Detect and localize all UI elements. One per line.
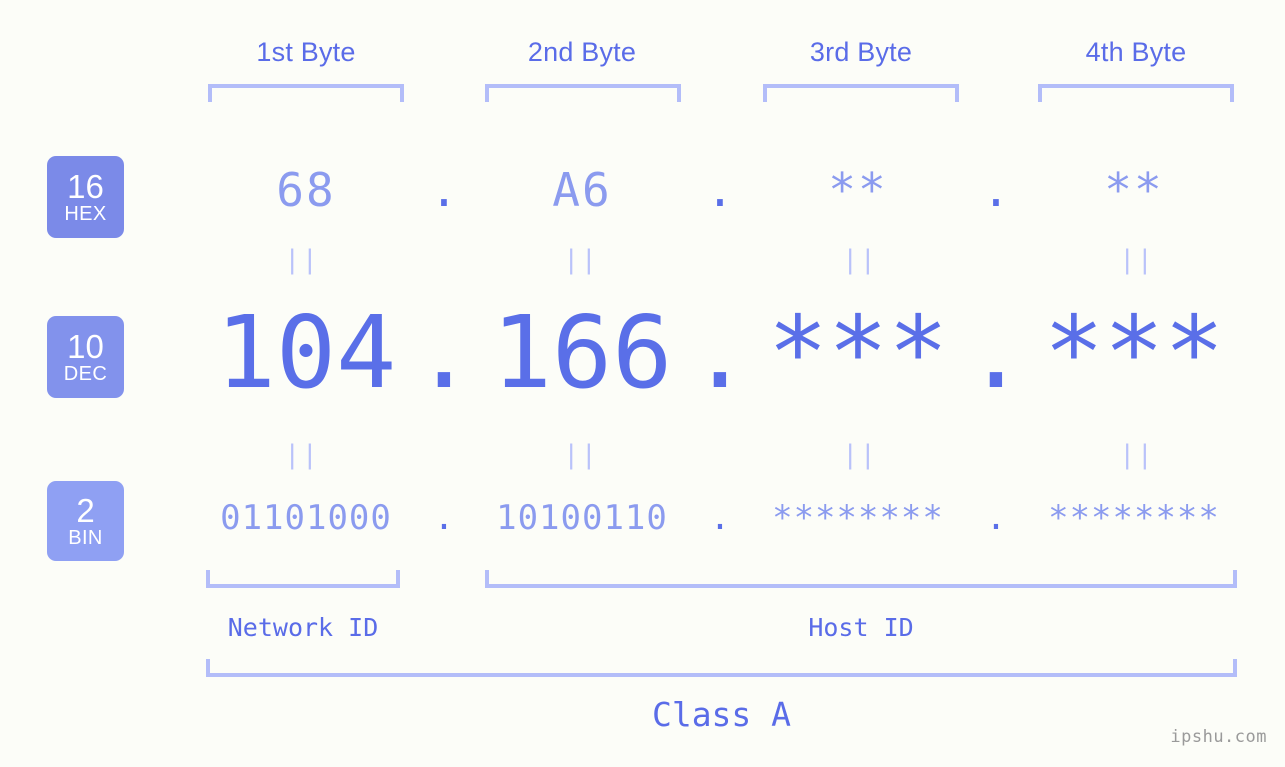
class-bracket [206,659,1237,677]
byte-bracket-top-3 [763,84,959,102]
base-badge-hex-number: 16 [67,167,104,205]
base-badge-bin-number: 2 [76,491,95,529]
equals-connector-dec-bin-4: || [1119,440,1155,470]
dec-byte-1: 104 [215,293,397,411]
host-id-bracket [485,570,1237,588]
hex-byte-2: A6 [552,163,612,217]
hex-byte-3: ** [828,163,888,217]
hex-separator-2: . [706,163,734,217]
hex-byte-1: 68 [276,163,336,217]
ip-byte-breakdown-diagram: 1st Byte 2nd Byte 3rd Byte 4th Byte 16 H… [0,0,1285,767]
base-badge-dec-number: 10 [67,327,104,365]
base-badge-dec: 10 DEC [47,316,124,398]
hex-value-row: 68 . A6 . ** . ** [150,150,1285,230]
dec-separator-3: . [965,293,1027,411]
base-badge-dec-name: DEC [63,362,108,385]
dec-separator-2: . [689,293,751,411]
equals-connector-dec-bin-2: || [563,440,599,470]
bin-separator-1: . [433,498,455,538]
byte-header-3: 3rd Byte [809,37,913,67]
base-badge-bin-name: BIN [68,526,103,549]
base-badge-bin: 2 BIN [47,481,124,561]
dec-separator-1: . [413,293,475,411]
bin-byte-2: 10100110 [496,498,668,538]
hex-byte-4: ** [1104,163,1164,217]
network-id-bracket [206,570,400,588]
equals-connector-hex-dec-3: || [842,245,878,275]
equals-connector-dec-bin-3: || [842,440,878,470]
dec-byte-3: *** [767,293,949,411]
dec-value-row: 104 . 166 . *** . *** [150,292,1285,412]
network-id-label: Network ID [227,613,379,642]
hex-separator-1: . [430,163,458,217]
equals-connector-hex-dec-2: || [563,245,599,275]
equals-connector-dec-bin-1: || [284,440,320,470]
base-badge-hex-name: HEX [64,202,107,225]
byte-bracket-top-2 [485,84,681,102]
bin-value-row: 01101000 . 10100110 . ******** . *******… [150,483,1285,553]
dec-byte-2: 166 [491,293,673,411]
byte-header-4: 4th Byte [1085,37,1187,67]
byte-bracket-top-4 [1038,84,1234,102]
byte-bracket-top-1 [208,84,404,102]
bin-separator-2: . [709,498,731,538]
dec-byte-4: *** [1043,293,1225,411]
byte-header-1: 1st Byte [256,37,356,67]
bin-byte-4: ******** [1048,498,1220,538]
equals-connector-hex-dec-4: || [1119,245,1155,275]
bin-separator-3: . [985,498,1007,538]
bin-byte-3: ******** [772,498,944,538]
base-badge-hex: 16 HEX [47,156,124,238]
equals-connector-hex-dec-1: || [284,245,320,275]
bin-byte-1: 01101000 [220,498,392,538]
class-label: Class A [651,695,792,734]
host-id-label: Host ID [808,613,914,642]
watermark: ipshu.com [1170,727,1267,747]
hex-separator-3: . [982,163,1010,217]
byte-header-2: 2nd Byte [527,37,637,67]
